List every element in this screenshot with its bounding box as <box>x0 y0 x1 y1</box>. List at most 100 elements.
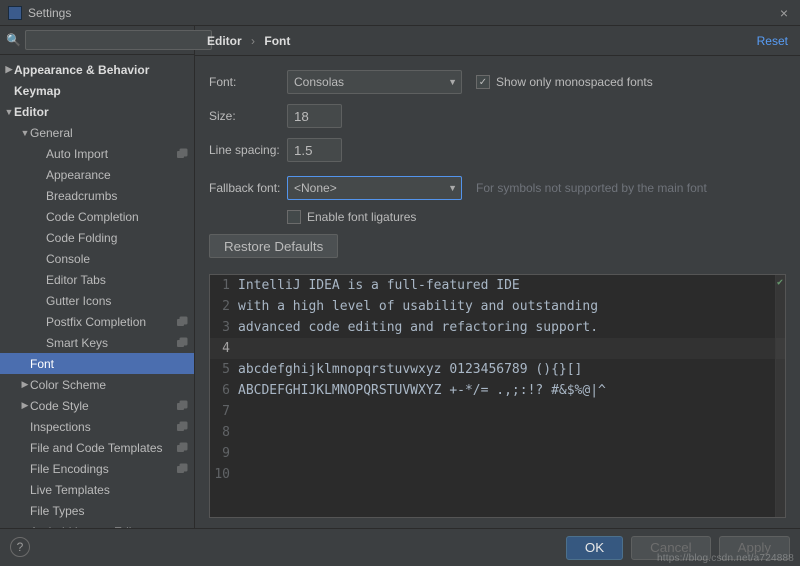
font-combobox[interactable]: Consolas ▼ <box>287 70 462 94</box>
line-text: IntelliJ IDEA is a full-featured IDE <box>238 275 785 296</box>
tree-node-postfix-completion[interactable]: Postfix Completion <box>0 311 194 332</box>
tree-node-code-folding[interactable]: Code Folding <box>0 227 194 248</box>
tree-node-label: Keymap <box>14 84 188 98</box>
settings-tree[interactable]: Appearance & Behavior Keymap Editor General… <box>0 55 194 528</box>
line-spacing-input[interactable] <box>287 138 342 162</box>
tree-node-smart-keys[interactable]: Smart Keys <box>0 332 194 353</box>
tree-node-font[interactable]: Font <box>0 353 194 374</box>
preview-line[interactable]: 9 <box>210 443 785 464</box>
monospace-only-label: Show only monospaced fonts <box>496 75 653 89</box>
preview-line[interactable]: 7 <box>210 401 785 422</box>
search-input[interactable] <box>25 30 212 50</box>
tree-node-label: Code Folding <box>46 231 188 245</box>
tree-node-label: Live Templates <box>30 483 188 497</box>
line-number: 5 <box>210 359 238 380</box>
tree-node-appearance-behavior[interactable]: Appearance & Behavior <box>0 59 194 80</box>
preview-line[interactable]: 2with a high level of usability and outs… <box>210 296 785 317</box>
size-label: Size: <box>209 109 287 123</box>
preview-line[interactable]: 6ABCDEFGHIJKLMNOPQRSTUVWXYZ +-*/= .,;:!?… <box>210 380 785 401</box>
settings-tree-panel: 🔍 Appearance & Behavior Keymap Editor Gener… <box>0 26 195 528</box>
tree-node-auto-import[interactable]: Auto Import <box>0 143 194 164</box>
line-text <box>238 422 785 443</box>
line-number: 7 <box>210 401 238 422</box>
tree-node-label: Appearance & Behavior <box>14 63 188 77</box>
close-icon[interactable]: × <box>776 5 792 21</box>
settings-panel: Editor › Font Reset Font: Consolas ▼ Sho… <box>195 26 800 528</box>
line-number: 10 <box>210 464 238 485</box>
chevron-down-icon: ▼ <box>448 183 457 193</box>
monospace-only-checkbox[interactable] <box>476 75 490 89</box>
tree-node-label: Inspections <box>30 420 172 434</box>
preview-line[interactable]: 1IntelliJ IDEA is a full-featured IDE <box>210 275 785 296</box>
font-label: Font: <box>209 75 287 89</box>
tree-node-editor-tabs[interactable]: Editor Tabs <box>0 269 194 290</box>
preview-line[interactable]: 5abcdefghijklmnopqrstuvwxyz 0123456789 (… <box>210 359 785 380</box>
line-text: with a high level of usability and outst… <box>238 296 785 317</box>
tree-node-breadcrumbs[interactable]: Breadcrumbs <box>0 185 194 206</box>
line-spacing-label: Line spacing: <box>209 143 287 157</box>
tree-node-android-layout-editor[interactable]: Android Layout Editor <box>0 521 194 528</box>
tree-node-label: Font <box>30 357 188 371</box>
breadcrumb-root: Editor <box>207 34 242 48</box>
preview-line[interactable]: 3advanced code editing and refactoring s… <box>210 317 785 338</box>
tree-node-code-completion[interactable]: Code Completion <box>0 206 194 227</box>
app-icon <box>8 6 22 20</box>
tree-node-label: Color Scheme <box>30 378 188 392</box>
apply-button[interactable]: Apply <box>719 536 790 560</box>
tree-node-file-encodings[interactable]: File Encodings <box>0 458 194 479</box>
tree-node-color-scheme[interactable]: Color Scheme <box>0 374 194 395</box>
tree-node-console[interactable]: Console <box>0 248 194 269</box>
size-input[interactable] <box>287 104 342 128</box>
tree-node-label: Code Style <box>30 399 172 413</box>
tree-node-keymap[interactable]: Keymap <box>0 80 194 101</box>
tree-node-inspections[interactable]: Inspections <box>0 416 194 437</box>
expand-arrow-icon <box>20 400 30 411</box>
font-form: Font: Consolas ▼ Show only monospaced fo… <box>195 56 800 274</box>
ok-button[interactable]: OK <box>566 536 623 560</box>
tree-node-label: Breadcrumbs <box>46 189 188 203</box>
chevron-down-icon: ▼ <box>448 77 457 87</box>
line-text <box>238 338 785 359</box>
expand-arrow-icon <box>4 107 14 117</box>
breadcrumb-leaf: Font <box>264 34 290 48</box>
tree-node-label: Smart Keys <box>46 336 172 350</box>
tree-node-label: File Types <box>30 504 188 518</box>
tree-node-gutter-icons[interactable]: Gutter Icons <box>0 290 194 311</box>
line-number: 9 <box>210 443 238 464</box>
tree-node-label: Editor <box>14 105 188 119</box>
reset-link[interactable]: Reset <box>757 34 788 48</box>
line-text <box>238 443 785 464</box>
breadcrumb: Editor › Font <box>207 34 290 48</box>
titlebar: Settings × <box>0 0 800 26</box>
tree-node-file-types[interactable]: File Types <box>0 500 194 521</box>
fallback-font-combobox[interactable]: <None> ▼ <box>287 176 462 200</box>
restore-defaults-button[interactable]: Restore Defaults <box>209 234 338 258</box>
cancel-button[interactable]: Cancel <box>631 536 711 560</box>
line-text: abcdefghijklmnopqrstuvwxyz 0123456789 ()… <box>238 359 785 380</box>
tree-node-general[interactable]: General <box>0 122 194 143</box>
preview-line[interactable]: 10 <box>210 464 785 485</box>
help-icon[interactable]: ? <box>10 537 30 557</box>
preview-line[interactable]: 4 <box>210 338 785 359</box>
line-number: 2 <box>210 296 238 317</box>
fallback-font-value: <None> <box>294 181 337 195</box>
tree-node-appearance[interactable]: Appearance <box>0 164 194 185</box>
line-number: 6 <box>210 380 238 401</box>
tree-node-label: General <box>30 126 188 140</box>
expand-arrow-icon <box>20 379 30 390</box>
line-text: advanced code editing and refactoring su… <box>238 317 785 338</box>
font-preview-editor[interactable]: ✔ 1IntelliJ IDEA is a full-featured IDE2… <box>209 274 786 518</box>
tree-node-code-style[interactable]: Code Style <box>0 395 194 416</box>
tree-node-editor[interactable]: Editor <box>0 101 194 122</box>
tree-node-label: File Encodings <box>30 462 172 476</box>
ligatures-checkbox[interactable] <box>287 210 301 224</box>
tree-node-label: Gutter Icons <box>46 294 188 308</box>
tree-node-label: Appearance <box>46 168 188 182</box>
line-text <box>238 401 785 422</box>
preview-line[interactable]: 8 <box>210 422 785 443</box>
vertical-scrollbar[interactable] <box>775 275 785 517</box>
window-title: Settings <box>28 6 776 20</box>
search-row: 🔍 <box>0 26 194 55</box>
tree-node-live-templates[interactable]: Live Templates <box>0 479 194 500</box>
tree-node-file-and-code-templates[interactable]: File and Code Templates <box>0 437 194 458</box>
